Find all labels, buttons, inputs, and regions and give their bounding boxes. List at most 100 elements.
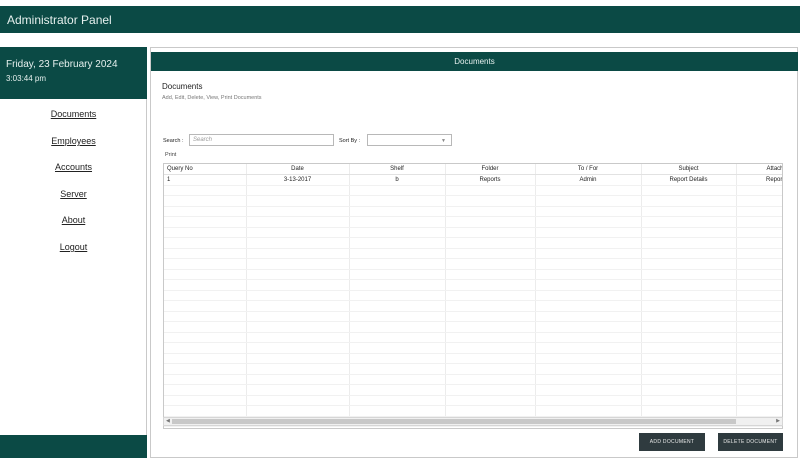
table-cell-empty (641, 405, 737, 417)
table-row-empty (164, 258, 782, 270)
add-document-button[interactable]: ADD DOCUMENT (639, 433, 705, 451)
table-cell-empty (349, 363, 446, 375)
table-cell-empty (164, 279, 247, 291)
table-row-empty (164, 227, 782, 238)
table-cell-empty (641, 279, 737, 291)
table-cell-empty (445, 195, 536, 207)
table-cell-empty (349, 300, 446, 312)
table-header-row: Query No Date Shelf Folder To / For Subj… (164, 164, 782, 175)
table-cell-empty (736, 332, 782, 343)
app-title: Administrator Panel (7, 13, 112, 27)
datetime-panel: Friday, 23 February 2024 3:03:44 pm (0, 47, 147, 99)
nav-employees[interactable]: Employees (0, 136, 147, 146)
nav-accounts[interactable]: Accounts (0, 162, 147, 172)
chevron-left-icon[interactable]: ◀ (166, 418, 170, 425)
table-cell-empty (164, 248, 247, 259)
table-cell-empty (164, 384, 247, 396)
table-cell-empty (535, 300, 642, 312)
table-cell: 1 (164, 174, 247, 186)
table-cell-empty (736, 206, 782, 217)
table-cell-empty (641, 300, 737, 312)
table-cell-empty (349, 332, 446, 343)
table-cell-empty (445, 290, 536, 301)
table-cell-empty (246, 216, 350, 228)
column-header[interactable]: Shelf (349, 164, 446, 175)
table-cell-empty (641, 269, 737, 280)
chevron-right-icon[interactable]: ▶ (776, 418, 780, 425)
search-input[interactable]: Search (189, 134, 334, 146)
table-cell-empty (349, 290, 446, 301)
table-cell-empty (246, 227, 350, 238)
table-cell-empty (349, 227, 446, 238)
chevron-down-icon: ▼ (441, 138, 446, 144)
nav-server[interactable]: Server (0, 189, 147, 199)
table-cell-empty (349, 237, 446, 249)
scrollbar-thumb[interactable] (172, 419, 736, 424)
table-cell-empty (641, 258, 737, 270)
table-cell-empty (164, 342, 247, 354)
table-row-empty (164, 332, 782, 343)
table-cell-empty (641, 374, 737, 385)
table-cell-empty (736, 248, 782, 259)
table-cell-empty (641, 227, 737, 238)
horizontal-scrollbar[interactable]: ◀ ▶ (163, 417, 783, 426)
column-header[interactable]: Date (246, 164, 350, 175)
table-cell-empty (736, 363, 782, 375)
table-cell-empty (445, 279, 536, 291)
table-cell-empty (736, 227, 782, 238)
table-cell-empty (535, 363, 642, 375)
nav-logout[interactable]: Logout (0, 242, 147, 252)
nav-about[interactable]: About (0, 215, 147, 225)
table-cell-empty (246, 290, 350, 301)
top-bar: Administrator Panel (0, 6, 800, 33)
table-cell-empty (445, 227, 536, 238)
table-cell-empty (445, 384, 536, 396)
table-cell-empty (246, 185, 350, 196)
table-cell-empty (349, 395, 446, 406)
table-cell-empty (736, 185, 782, 196)
column-header[interactable]: Query No (164, 164, 247, 175)
table-cell-empty (736, 374, 782, 385)
table-cell-empty (535, 290, 642, 301)
nav-documents[interactable]: Documents (0, 109, 147, 119)
sort-dropdown[interactable]: ▼ (367, 134, 452, 146)
delete-document-button[interactable]: DELETE DOCUMENT (718, 433, 783, 451)
column-header[interactable]: To / For (535, 164, 642, 175)
table-cell-empty (641, 237, 737, 249)
table-cell-empty (349, 195, 446, 207)
table-cell-empty (246, 311, 350, 322)
table-cell-empty (164, 300, 247, 312)
table-cell-empty (736, 258, 782, 270)
table-cell-empty (445, 300, 536, 312)
table-row-empty (164, 384, 782, 396)
table-cell-empty (164, 311, 247, 322)
current-time: 3:03:44 pm (6, 74, 47, 83)
print-link[interactable]: Print (165, 152, 176, 158)
table-cell: Admin (535, 174, 642, 186)
table-cell-empty (445, 321, 536, 333)
table-cell-empty (535, 374, 642, 385)
table-row[interactable]: 1 3-13-2017 b Reports Admin Report Detai… (164, 174, 782, 186)
table-cell-empty (641, 206, 737, 217)
column-header[interactable]: Attach (736, 164, 782, 175)
table-cell-empty (349, 185, 446, 196)
table-cell-empty (736, 269, 782, 280)
table-cell-empty (164, 206, 247, 217)
table-cell-empty (246, 363, 350, 375)
table-cell-empty (445, 248, 536, 259)
table-cell-empty (349, 258, 446, 270)
table-cell-empty (349, 405, 446, 417)
table-cell-empty (349, 216, 446, 228)
table-cell-empty (349, 269, 446, 280)
column-header[interactable]: Folder (445, 164, 536, 175)
table-cell-empty (246, 258, 350, 270)
table-row-empty (164, 374, 782, 385)
table-cell-empty (349, 374, 446, 385)
column-header[interactable]: Subject (641, 164, 737, 175)
table-cell-empty (246, 195, 350, 207)
table-cell-empty (641, 363, 737, 375)
table-cell-empty (535, 237, 642, 249)
table-cell-empty (164, 269, 247, 280)
table-cell-empty (535, 405, 642, 417)
table-cell-empty (349, 311, 446, 322)
